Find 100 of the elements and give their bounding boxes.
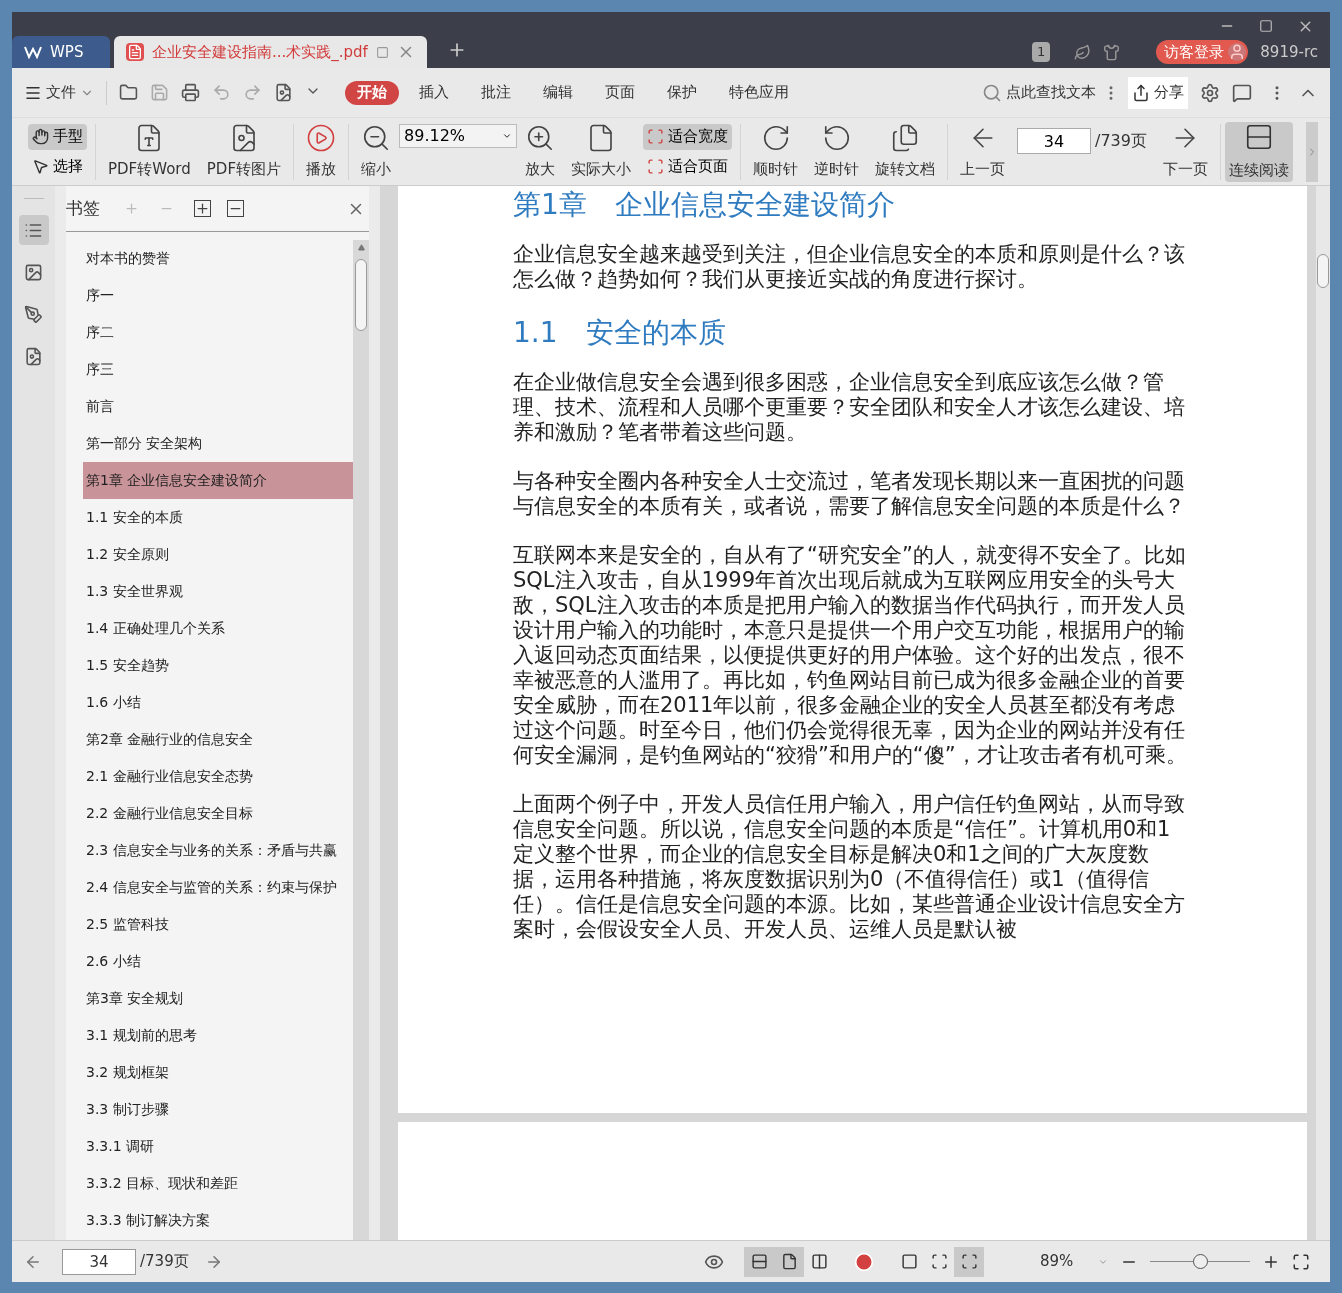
page-field[interactable]: 34 — [62, 1248, 136, 1275]
bookmark-item[interactable]: 1.6 小结 — [83, 684, 353, 721]
view-icon — [750, 1253, 768, 1270]
ribbon-tab[interactable]: 开始 — [345, 80, 399, 105]
settings-icon[interactable] — [1200, 82, 1220, 103]
ribbon-tab[interactable]: 插入 — [407, 80, 461, 105]
bookmark-item[interactable]: 第一部分 安全架构 — [83, 425, 353, 462]
bookmark-item[interactable]: 3.2 规划框架 — [83, 1054, 353, 1091]
zoom-value: 89.12% — [404, 125, 466, 147]
body-paragraph: 上面两个例子中，开发人员信任用户输入，用户信任钓鱼网站，从而导致信息安全问题。所以说，信息安全问题的本质是“信任”。计算机用0和1定义整个世界，而企业的信息安全目标是解决0和1之间的广大灰度数据，运用各种措施，将灰度数据识别为0（不值得信任）或1（值得信任）。信任是信息安全问题的本源。比如，某些普通企业设计信息安全方案时，会假设安全人员、开发人员、运维人员是默认被 — [513, 792, 1186, 942]
bookmark-item[interactable]: 2.2 金融行业信息安全目标 — [83, 795, 353, 832]
bookmark-item[interactable]: 3.3 制订步骤 — [83, 1091, 353, 1128]
bookmark-item[interactable]: 1.3 安全世界观 — [83, 573, 353, 610]
tool-icon — [890, 122, 920, 153]
screen-icon — [375, 45, 389, 59]
scroll-up-icon[interactable] — [357, 244, 365, 251]
fullscreen-icon[interactable] — [1292, 1252, 1310, 1271]
shirt-icon[interactable] — [1103, 43, 1121, 61]
tool-button[interactable]: 播放 — [298, 122, 344, 181]
bookmark-item[interactable]: 3.1 规划前的思考 — [83, 1017, 353, 1054]
bookmark-item[interactable]: 1.4 正确处理几个关系 — [83, 610, 353, 647]
fit-icon — [930, 1253, 948, 1270]
tool-button[interactable]: 适合宽度 — [643, 123, 732, 150]
ribbon-tab[interactable]: 批注 — [469, 80, 523, 105]
scroll-thumb[interactable] — [1317, 254, 1329, 288]
tool-icon — [32, 158, 49, 175]
remove-bookmark-icon[interactable] — [227, 200, 244, 217]
bookmark-item[interactable]: 2.4 信息安全与监管的关系：约束与保护 — [83, 869, 353, 906]
panel-icon — [24, 346, 43, 366]
maximize-icon[interactable] — [1259, 19, 1273, 33]
bookmark-item[interactable]: 3.3.1 调研 — [83, 1128, 353, 1165]
bookmark-item[interactable]: 前言 — [83, 388, 353, 425]
bookmark-item[interactable]: 第2章 金融行业的信息安全 — [83, 721, 353, 758]
panel-title: 书签 — [66, 196, 100, 220]
search-icon — [982, 82, 1002, 103]
scroll-thumb[interactable] — [355, 259, 367, 331]
tool-button[interactable]: 选择 — [28, 153, 87, 180]
bookmark-item[interactable]: 2.5 监管科技 — [83, 906, 353, 943]
tool-button[interactable]: 手型 — [28, 123, 87, 150]
slider-thumb[interactable] — [1193, 1254, 1208, 1269]
tool-button[interactable]: 旋转文档 — [867, 122, 943, 181]
body-paragraph: 企业信息安全越来越受到关注，但企业信息安全的本质和原则是什么？该怎么做？趋势如何？我们从更接近实战的角度进行探讨。 — [513, 242, 1186, 292]
file-menu[interactable]: 文件 — [24, 81, 94, 104]
bookmark-item[interactable]: 2.3 信息安全与业务的关系：矛盾与共赢 — [83, 832, 353, 869]
window-count-badge[interactable]: 1 — [1032, 42, 1051, 62]
print-icon[interactable] — [181, 83, 200, 102]
ribbon-tab[interactable]: 保护 — [655, 80, 709, 105]
scrollbar[interactable] — [353, 240, 369, 1240]
tool-button[interactable]: 下一页 — [1154, 122, 1216, 181]
ribbon-tab[interactable]: 编辑 — [531, 80, 585, 105]
bookmark-item[interactable]: 第3章 安全规划 — [83, 980, 353, 1017]
comment-icon[interactable] — [1232, 82, 1252, 103]
export-icon[interactable] — [274, 83, 293, 102]
tool-button[interactable]: 适合页面 — [643, 153, 732, 180]
login-button[interactable]: 访客登录 — [1156, 40, 1249, 64]
bookmark-item[interactable]: 1.5 安全趋势 — [83, 647, 353, 684]
bookmark-item[interactable]: 3.3.3 制订解决方案 — [83, 1202, 353, 1239]
tool-button[interactable]: 放大 — [517, 122, 563, 181]
bookmark-item[interactable]: 序一 — [83, 277, 353, 314]
tool-button[interactable]: PDF转图片 — [198, 122, 289, 181]
tool-button[interactable]: PDF转Word — [100, 122, 199, 181]
bookmark-item[interactable]: 3.3.2 目标、现状和差距 — [83, 1165, 353, 1202]
tool-button[interactable]: 缩小 — [353, 122, 399, 181]
user-name: 8919-rc — [1260, 41, 1318, 63]
logo-icon — [24, 45, 42, 59]
add-bookmark-icon[interactable] — [194, 200, 211, 217]
bookmark-item[interactable]: 1.2 安全原则 — [83, 536, 353, 573]
body-paragraph: 与各种安全圈内各种安全人士交流过，笔者发现长期以来一直困扰的问题与信息安全的本质有关，或者说，需要了解信息安全问题的本质是什么？ — [513, 469, 1186, 519]
search-field[interactable]: 点此查找文本 — [1006, 81, 1102, 104]
bookmark-item[interactable]: 2.6 小结 — [83, 943, 353, 980]
bookmark-item[interactable]: 序三 — [83, 351, 353, 388]
ribbon-tab[interactable]: 页面 — [593, 80, 647, 105]
bookmark-item[interactable]: 对本书的赞誉 — [83, 240, 353, 277]
page-total: /739页 — [140, 1251, 189, 1273]
home-tab[interactable]: WPS — [12, 36, 110, 68]
bookmark-item[interactable]: 第1章 企业信息安全建设简介 — [83, 462, 353, 499]
tool-button[interactable]: 实际大小 — [563, 122, 639, 181]
fit-icon — [960, 1253, 978, 1270]
tool-button[interactable]: 逆时针 — [806, 122, 867, 181]
fit-button[interactable] — [954, 1246, 984, 1277]
open-icon[interactable] — [119, 83, 138, 102]
leaf-icon[interactable] — [1074, 43, 1092, 61]
zoom-slider[interactable] — [1150, 1253, 1250, 1270]
bookmark-item[interactable]: 2.1 金融行业信息安全态势 — [83, 758, 353, 795]
page-field[interactable]: 34 — [1017, 128, 1091, 154]
zoom-field[interactable]: 89.12% — [399, 124, 517, 148]
scrollbar[interactable] — [1316, 186, 1330, 1240]
panel-button[interactable] — [18, 215, 49, 245]
bookmark-item[interactable]: 1.1 安全的本质 — [83, 499, 353, 536]
continuous-read-button[interactable]: 连续阅读 — [1224, 121, 1293, 182]
document-tab[interactable]: 企业安全建设指南...术实践_.pdf — [114, 36, 427, 68]
share-button[interactable]: 分享 — [1128, 76, 1188, 109]
tool-button[interactable]: 上一页 — [952, 122, 1013, 181]
tool-button[interactable]: 顺时针 — [745, 122, 806, 181]
ribbon-tab[interactable]: 特色应用 — [717, 80, 801, 105]
view-icon — [780, 1253, 798, 1270]
view-mode-button[interactable] — [744, 1246, 774, 1277]
dropdown-icon — [502, 131, 512, 141]
view-mode-button[interactable] — [774, 1246, 804, 1277]
bookmark-item[interactable]: 序二 — [83, 314, 353, 351]
